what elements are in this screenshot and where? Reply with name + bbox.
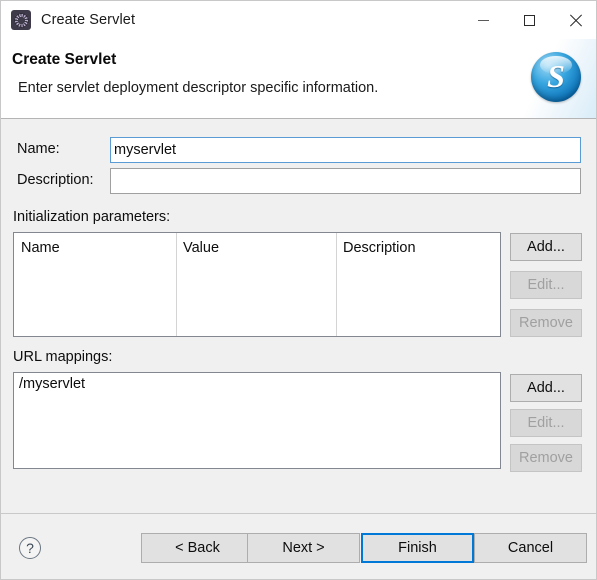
close-button[interactable] — [552, 1, 596, 39]
header-logo-background: S — [508, 39, 596, 118]
url-mappings-edit-button: Edit... — [510, 409, 582, 437]
column-divider[interactable] — [336, 233, 337, 336]
list-item[interactable]: /myservlet — [14, 373, 500, 392]
init-params-label: Initialization parameters: — [13, 209, 171, 225]
finish-button[interactable]: Finish — [361, 533, 474, 563]
column-header-value[interactable]: Value — [176, 233, 336, 263]
title-bar: Create Servlet — [1, 1, 596, 39]
column-header-description[interactable]: Description — [336, 233, 500, 263]
minimize-button[interactable] — [460, 1, 506, 39]
dialog-body: Name: Description: Initialization parame… — [1, 120, 596, 513]
servlet-gear-icon — [11, 10, 31, 30]
url-mappings-add-button[interactable]: Add... — [510, 374, 582, 402]
init-params-table-header: Name Value Description — [14, 233, 500, 264]
description-label: Description: — [17, 172, 94, 188]
init-params-table[interactable]: Name Value Description — [13, 232, 501, 337]
url-mappings-list[interactable]: /myservlet — [13, 372, 501, 469]
logo-letter: S — [547, 58, 565, 94]
name-input[interactable] — [110, 137, 581, 163]
page-title: Create Servlet — [12, 51, 117, 68]
help-icon[interactable]: ? — [19, 537, 41, 559]
init-params-add-button[interactable]: Add... — [510, 233, 582, 261]
maximize-button[interactable] — [506, 1, 552, 39]
column-header-name[interactable]: Name — [14, 233, 176, 263]
cancel-button[interactable]: Cancel — [474, 533, 587, 563]
create-servlet-dialog: Create Servlet S Create Servlet Enter se… — [0, 0, 597, 580]
url-mappings-remove-button: Remove — [510, 444, 582, 472]
back-button[interactable]: < Back — [141, 533, 254, 563]
minimize-icon — [477, 19, 489, 21]
dialog-header: S Create Servlet Enter servlet deploymen… — [1, 39, 596, 119]
window-controls — [460, 1, 596, 39]
init-params-edit-button: Edit... — [510, 271, 582, 299]
servlet-sphere-logo-icon: S — [531, 52, 581, 102]
close-icon — [569, 14, 582, 27]
name-label: Name: — [17, 141, 60, 157]
page-description: Enter servlet deployment descriptor spec… — [18, 80, 379, 96]
column-divider[interactable] — [176, 233, 177, 336]
window-title: Create Servlet — [41, 12, 136, 28]
url-mappings-label: URL mappings: — [13, 349, 113, 365]
init-params-remove-button: Remove — [510, 309, 582, 337]
next-button[interactable]: Next > — [247, 533, 360, 563]
maximize-icon — [523, 14, 535, 26]
description-input[interactable] — [110, 168, 581, 194]
